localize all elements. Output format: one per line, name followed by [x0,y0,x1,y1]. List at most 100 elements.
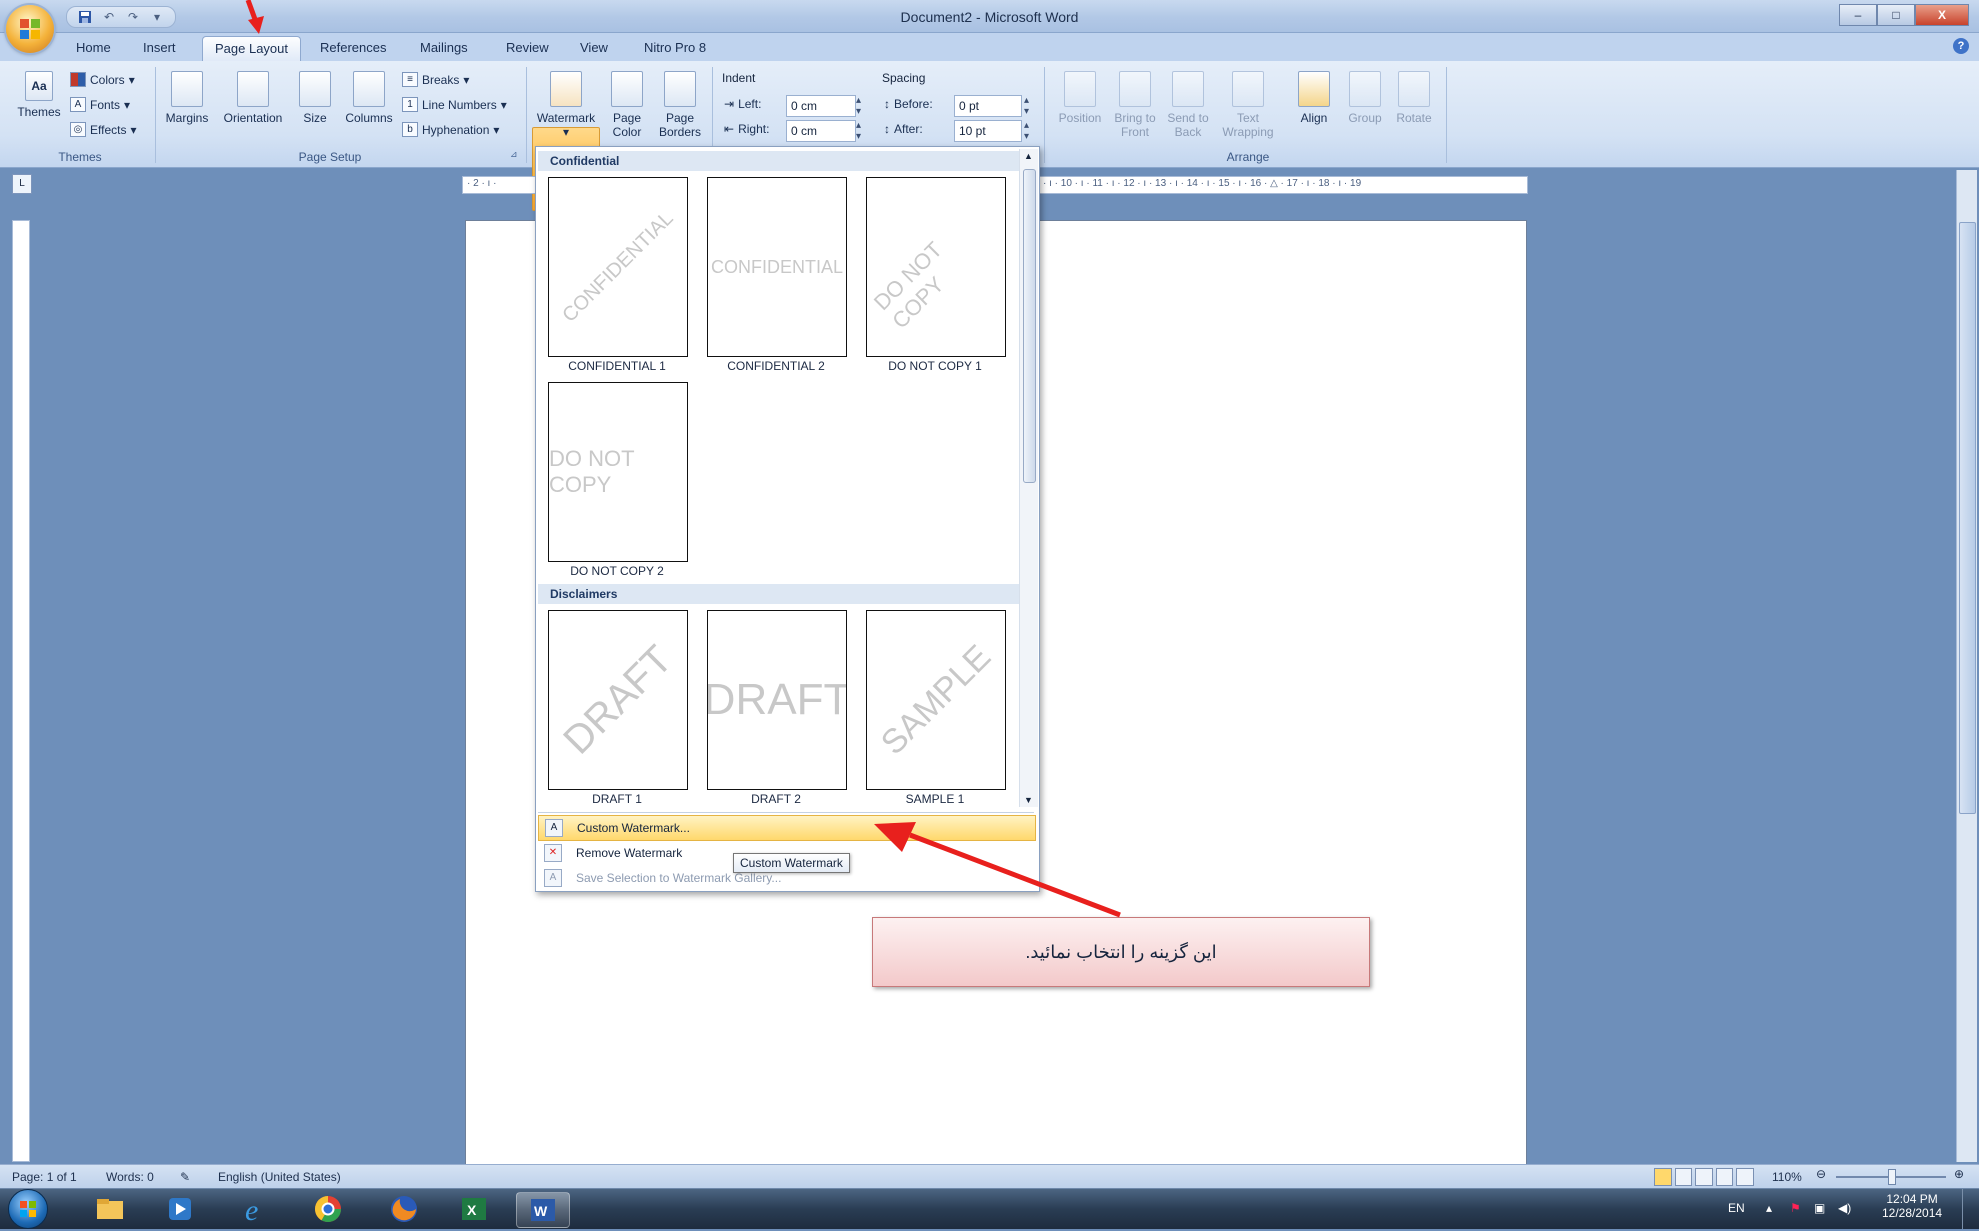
tab-review[interactable]: Review [506,40,549,55]
spacing-before-input[interactable]: 0 pt [954,95,1022,117]
scroll-down-icon[interactable]: ▼ [1024,795,1033,805]
arrow-to-custom-watermark-icon [874,822,1121,918]
margins-button[interactable]: Margins [160,71,214,125]
tab-references[interactable]: References [320,40,386,55]
zoom-slider-thumb[interactable] [1888,1169,1896,1185]
word-count[interactable]: Words: 0 [106,1170,154,1184]
group-button[interactable]: Group [1342,71,1388,125]
close-button[interactable]: X [1915,4,1969,26]
effects-button[interactable]: ◎ Effects ▾ [70,122,137,137]
tab-page-layout[interactable]: Page Layout [202,36,302,62]
clock[interactable]: 12:04 PM 12/28/2014 [1882,1192,1942,1220]
page-color-button[interactable]: Page Color [604,71,650,139]
text-wrapping-label-1: Text [1236,111,1259,125]
watermark-caption: DO NOT COPY 2 [570,564,664,578]
tab-mailings[interactable]: Mailings [420,40,468,55]
vertical-scrollbar[interactable] [1956,170,1977,1162]
watermark-thumb-draft-2[interactable]: DRAFT [707,610,847,790]
breaks-button[interactable]: ≡ Breaks ▾ [402,72,469,87]
line-numbers-button[interactable]: 1 Line Numbers ▾ [402,97,507,112]
start-button[interactable] [8,1189,48,1229]
hyphenation-button[interactable]: b Hyphenation ▾ [402,122,499,137]
align-button[interactable]: Align [1292,71,1336,125]
send-to-back-button[interactable]: Send to Back [1162,71,1214,139]
volume-icon[interactable]: ◀) [1838,1201,1851,1215]
print-layout-icon[interactable] [1654,1168,1672,1186]
file-explorer-icon[interactable] [84,1192,136,1226]
line-numbers-label: Line Numbers [422,97,497,112]
office-button[interactable] [6,5,54,53]
colors-label: Colors [90,72,125,87]
page-count[interactable]: Page: 1 of 1 [12,1170,77,1184]
watermark-thumb-confidential-1[interactable]: CONFIDENTIAL [548,177,688,357]
themes-group-label: Themes [58,150,102,164]
text-wrapping-button[interactable]: Text Wrapping [1216,71,1280,139]
bring-to-front-button[interactable]: Bring to Front [1108,71,1162,139]
tab-home[interactable]: Home [76,40,111,55]
maximize-button[interactable]: □ [1877,4,1915,26]
colors-button[interactable]: Colors ▾ [70,72,135,87]
excel-icon[interactable]: X [448,1192,500,1226]
tab-stop-selector[interactable]: L [12,174,32,194]
watermark-thumb-do-not-copy-2[interactable]: DO NOT COPY [548,382,688,562]
watermark-thumb-draft-1[interactable]: DRAFT [548,610,688,790]
spacing-after-input[interactable]: 10 pt [954,120,1022,142]
columns-button[interactable]: Columns [340,71,398,125]
indent-right-label: ⇤ Right: [724,122,769,136]
zoom-level[interactable]: 110% [1772,1170,1802,1184]
tab-view[interactable]: View [580,40,608,55]
network-icon[interactable]: ▣ [1814,1201,1825,1215]
position-button[interactable]: Position [1052,71,1108,125]
media-player-icon[interactable] [154,1192,206,1226]
word-icon[interactable]: W [516,1192,570,1228]
firefox-icon[interactable] [378,1192,430,1226]
show-desktop-button[interactable] [1962,1189,1977,1229]
watermark-thumb-sample-1[interactable]: SAMPLE [866,610,1006,790]
page-color-icon [611,71,643,107]
web-layout-icon[interactable] [1695,1168,1713,1186]
show-hidden-icons-icon[interactable]: ▴ [1766,1201,1772,1215]
gallery-scrollbar[interactable]: ▲ ▼ [1019,149,1038,807]
watermark-thumb-do-not-copy-1[interactable]: DO NOT COPY [866,177,1006,357]
scrollbar-thumb[interactable] [1959,222,1976,814]
spacing-before-icon: ↕ [884,97,890,111]
indent-right-spinner[interactable]: ▴ ▾ [856,120,861,142]
spacing-before-spinner[interactable]: ▴ ▾ [1024,95,1029,117]
orientation-button[interactable]: Orientation [216,71,290,125]
proofing-icon[interactable]: ✎ [180,1170,190,1184]
rotate-button[interactable]: Rotate [1390,71,1438,125]
help-icon[interactable]: ? [1953,38,1969,54]
minimize-button[interactable]: – [1839,4,1877,26]
indent-left-spinner[interactable]: ▴ ▾ [856,95,861,117]
indent-right-input[interactable]: 0 cm [786,120,856,142]
indent-left-input[interactable]: 0 cm [786,95,856,117]
zoom-in-icon[interactable]: ⊕ [1954,1167,1964,1181]
outline-icon[interactable] [1715,1168,1734,1186]
language-indicator[interactable]: English (United States) [218,1170,341,1184]
watermark-thumb-confidential-2[interactable]: CONFIDENTIAL [707,177,847,357]
chevron-down-icon: ▾ [562,125,570,139]
tab-insert[interactable]: Insert [143,40,176,55]
language-tray[interactable]: EN [1728,1201,1745,1215]
vertical-ruler[interactable] [12,220,30,1162]
watermark-preview-text: DO NOT COPY [549,446,635,497]
draft-view-icon[interactable] [1736,1168,1754,1186]
spacing-after-icon: ↕ [884,122,890,136]
size-button[interactable]: Size [295,71,335,125]
action-center-icon[interactable]: ⚑ [1790,1201,1801,1215]
dialog-launcher-icon[interactable]: ⊿ [510,149,518,160]
page-borders-button[interactable]: Page Borders [654,71,706,139]
tab-nitro-pro[interactable]: Nitro Pro 8 [644,40,706,55]
zoom-out-icon[interactable]: ⊖ [1816,1167,1826,1181]
ruler-numbers-right: · ı · 10 · ı · 11 · ı · 12 · ı · 13 · ı … [1043,178,1362,189]
svg-text:W: W [534,1203,548,1219]
arrow-to-page-layout-icon [245,0,264,34]
themes-button[interactable]: Aa Themes [14,71,64,119]
chrome-icon[interactable] [302,1192,354,1226]
internet-explorer-icon[interactable]: e [228,1192,280,1226]
gallery-scrollbar-thumb[interactable] [1023,169,1036,483]
scroll-up-icon[interactable]: ▲ [1024,151,1033,161]
full-screen-reading-icon[interactable] [1674,1168,1693,1186]
fonts-button[interactable]: A Fonts ▾ [70,97,130,112]
spacing-after-spinner[interactable]: ▴ ▾ [1024,120,1029,142]
